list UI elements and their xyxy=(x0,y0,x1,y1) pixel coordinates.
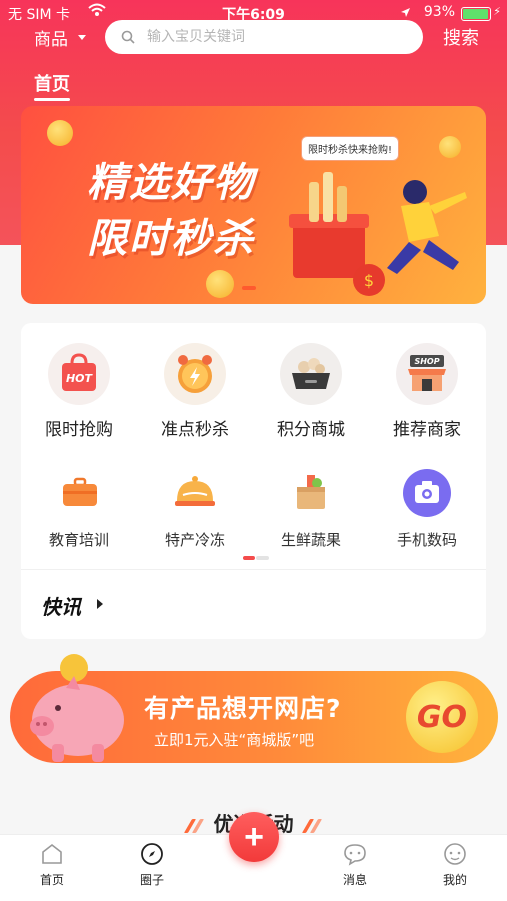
alarm-clock-icon xyxy=(164,343,226,405)
menu-item-flash-sale[interactable]: HOT 限时抢购 xyxy=(21,343,137,440)
tab-bar-circle[interactable]: 圈子 xyxy=(112,841,192,888)
news-label[interactable]: 快讯 xyxy=(41,591,81,620)
promo-banner[interactable]: 精选好物 限时秒杀 限时秒杀快来抢购! $ xyxy=(21,106,486,304)
tab-bar-mine[interactable]: 我的 xyxy=(415,841,495,888)
add-button[interactable]: + xyxy=(229,812,279,862)
promo-title: 有产品想开网店? xyxy=(144,694,342,723)
menu-label: 生鲜蔬果 xyxy=(280,531,341,549)
battery-icon xyxy=(461,7,491,21)
menu-item-specialty-frozen[interactable]: 特产冷冻 xyxy=(137,469,253,550)
briefcase-icon xyxy=(55,469,103,517)
banner-title-line1: 精选好物 xyxy=(87,160,255,206)
coin-icon xyxy=(47,120,73,146)
menu-label: 特产冷冻 xyxy=(164,531,225,549)
hot-bag-icon: HOT xyxy=(48,343,110,405)
search-button[interactable]: 搜索 xyxy=(443,24,479,50)
menu-item-points-mall[interactable]: 积分商城 xyxy=(253,343,369,440)
search-box[interactable] xyxy=(105,20,423,54)
menu-label: 准点秒杀 xyxy=(161,420,229,440)
coin-icon xyxy=(206,270,234,298)
menu-item-digital[interactable]: 手机数码 xyxy=(369,469,485,550)
tab-label: 首页 xyxy=(39,873,64,887)
banner-title-line2: 限时秒杀 xyxy=(87,216,255,262)
svg-text:HOT: HOT xyxy=(66,372,94,385)
quick-menu-card: HOT 限时抢购 准点秒杀 积分商城 SHOP 推荐商家 教育培训 特产冷冻 生… xyxy=(21,323,486,639)
tab-bar-home[interactable]: 首页 xyxy=(12,841,92,888)
compass-icon xyxy=(141,843,163,865)
promo-subtitle: 立即1元入驻“商城版”吧 xyxy=(154,731,315,749)
banner-page-indicator xyxy=(242,286,256,290)
go-button[interactable]: GO xyxy=(406,681,478,753)
tab-label: 圈子 xyxy=(139,873,164,887)
menu-label: 推荐商家 xyxy=(393,420,461,440)
category-selector[interactable]: 商品 xyxy=(34,25,86,50)
message-icon xyxy=(344,844,366,866)
top-search-bar: 商品 搜索 xyxy=(0,20,507,60)
search-icon xyxy=(121,30,135,44)
menu-item-education[interactable]: 教育培训 xyxy=(21,469,137,550)
decor-slash-icon xyxy=(301,819,324,833)
chevron-down-icon xyxy=(78,35,86,40)
food-cover-icon xyxy=(171,469,219,517)
charging-icon: ⚡ xyxy=(493,5,501,18)
menu-label: 教育培训 xyxy=(48,531,109,549)
banner-speech-bubble: 限时秒杀快来抢购! xyxy=(301,136,400,161)
tab-bar-messages[interactable]: 消息 xyxy=(315,841,395,888)
decor-slash-icon xyxy=(183,819,206,833)
piggy-bank-icon xyxy=(22,648,132,772)
home-icon xyxy=(42,843,62,864)
menu-page-indicator xyxy=(243,556,269,560)
coin-icon xyxy=(439,136,461,158)
money-bag-symbol: $ xyxy=(364,271,374,290)
menu-label: 限时抢购 xyxy=(45,420,113,440)
search-input[interactable] xyxy=(145,28,409,46)
tab-home[interactable]: 首页 xyxy=(34,70,70,101)
shop-icon: SHOP xyxy=(396,343,458,405)
svg-text:SHOP: SHOP xyxy=(414,357,439,366)
produce-box-icon xyxy=(287,469,335,517)
tab-label: 消息 xyxy=(342,873,367,887)
battery-percent: 93% xyxy=(423,4,455,20)
tab-label: 我的 xyxy=(442,873,467,887)
menu-item-fresh-produce[interactable]: 生鲜蔬果 xyxy=(253,469,369,550)
divider xyxy=(21,569,486,570)
banner-illustration: $ xyxy=(289,172,467,296)
play-arrow-icon xyxy=(97,599,103,609)
profile-icon xyxy=(444,843,466,865)
menu-item-timed-sale[interactable]: 准点秒杀 xyxy=(137,343,253,440)
menu-label: 手机数码 xyxy=(396,531,457,549)
menu-label: 积分商城 xyxy=(277,420,345,440)
camera-icon xyxy=(403,469,451,517)
menu-item-recommended-shops[interactable]: SHOP 推荐商家 xyxy=(369,343,485,440)
points-pot-icon xyxy=(280,343,342,405)
category-label: 商品 xyxy=(34,30,68,50)
